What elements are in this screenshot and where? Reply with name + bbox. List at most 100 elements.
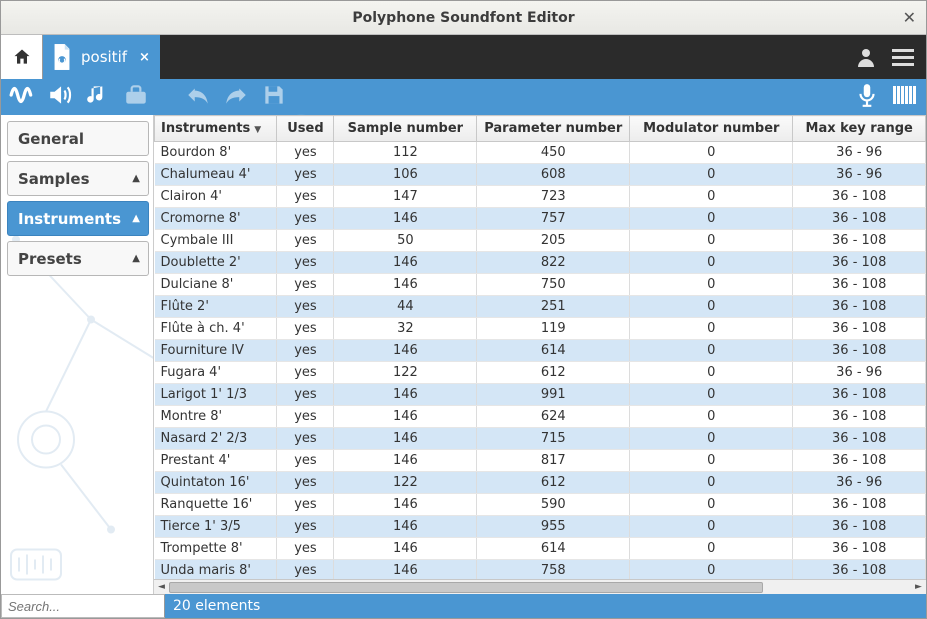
cell-used: yes [277,406,334,428]
cell-range: 36 - 108 [793,318,926,340]
scroll-right-button[interactable]: ► [911,582,926,592]
cell-mod: 0 [630,560,793,580]
cell-param: 758 [477,560,630,580]
cell-used: yes [277,340,334,362]
cell-param: 608 [477,164,630,186]
table-row[interactable]: Doublette 2'yes146822036 - 108 [155,252,926,274]
cell-sample: 146 [334,384,477,406]
cell-sample: 146 [334,406,477,428]
col-sample-number[interactable]: Sample number [334,116,477,142]
file-tab-label: positif [81,48,127,66]
col-parameter-number[interactable]: Parameter number [477,116,630,142]
col-max-key-range[interactable]: Max key range [793,116,926,142]
cell-param: 612 [477,362,630,384]
scroll-left-button[interactable]: ◄ [154,582,169,592]
cell-range: 36 - 108 [793,186,926,208]
table-row[interactable]: Fugara 4'yes122612036 - 96 [155,362,926,384]
cell-range: 36 - 108 [793,384,926,406]
instruments-table[interactable]: Instruments▼ Used Sample number Paramete… [154,115,926,579]
cell-name: Nasard 2' 2/3 [155,428,277,450]
horizontal-scrollbar[interactable]: ◄ ► [154,579,926,594]
cell-name: Dulciane 8' [155,274,277,296]
menu-icon[interactable] [892,49,914,66]
file-tab-positif[interactable]: positif × [43,35,160,79]
table-row[interactable]: Prestant 4'yes146817036 - 108 [155,450,926,472]
sidebar-item-samples[interactable]: Samples ▲ [7,161,149,196]
cell-name: Chalumeau 4' [155,164,277,186]
cell-sample: 122 [334,472,477,494]
table-row[interactable]: Nasard 2' 2/3yes146715036 - 108 [155,428,926,450]
cell-name: Prestant 4' [155,450,277,472]
sidebar-item-presets[interactable]: Presets▲ [7,241,149,276]
waveform-tool[interactable] [9,82,35,112]
undo-button[interactable] [185,82,211,112]
cell-sample: 122 [334,362,477,384]
cell-name: Tierce 1' 3/5 [155,516,277,538]
table-row[interactable]: Clairon 4'yes147723036 - 108 [155,186,926,208]
table-row[interactable]: Cymbale IIIyes50205036 - 108 [155,230,926,252]
home-tab[interactable] [1,35,43,79]
cell-param: 614 [477,340,630,362]
file-tab-close[interactable]: × [135,50,150,65]
mic-tool[interactable] [854,82,880,112]
scrollbar-thumb[interactable] [169,582,763,593]
cell-range: 36 - 108 [793,340,926,362]
table-row[interactable]: Unda maris 8'yes146758036 - 108 [155,560,926,580]
speaker-tool[interactable] [47,82,73,112]
table-row[interactable]: Flûte à ch. 4'yes32119036 - 108 [155,318,926,340]
table-row[interactable]: Dulciane 8'yes146750036 - 108 [155,274,926,296]
cell-name: Ranquette 16' [155,494,277,516]
col-modulator-number[interactable]: Modulator number [630,116,793,142]
redo-button[interactable] [223,82,249,112]
table-row[interactable]: Cromorne 8'yes146757036 - 108 [155,208,926,230]
cell-sample: 44 [334,296,477,318]
cell-sample: 112 [334,142,477,164]
col-used[interactable]: Used [277,116,334,142]
table-row[interactable]: Bourdon 8'yes112450036 - 96 [155,142,926,164]
sort-indicator-icon: ▼ [254,125,261,135]
cell-used: yes [277,362,334,384]
table-row[interactable]: Fourniture IVyes146614036 - 108 [155,340,926,362]
cell-mod: 0 [630,428,793,450]
cell-mod: 0 [630,142,793,164]
cell-used: yes [277,516,334,538]
collapse-arrow-icon: ▲ [132,173,140,184]
table-header-row[interactable]: Instruments▼ Used Sample number Paramete… [155,116,926,142]
cell-param: 119 [477,318,630,340]
table-row[interactable]: Ranquette 16'yes146590036 - 108 [155,494,926,516]
table-row[interactable]: Trompette 8'yes146614036 - 108 [155,538,926,560]
cell-param: 590 [477,494,630,516]
col-instruments[interactable]: Instruments▼ [155,116,277,142]
cell-name: Cromorne 8' [155,208,277,230]
cell-range: 36 - 108 [793,296,926,318]
cell-used: yes [277,318,334,340]
cell-mod: 0 [630,318,793,340]
table-row[interactable]: Flûte 2'yes44251036 - 108 [155,296,926,318]
sidebar-item-label: General [18,130,84,148]
table-row[interactable]: Tierce 1' 3/5yes146955036 - 108 [155,516,926,538]
cell-name: Larigot 1' 1/3 [155,384,277,406]
search-input[interactable] [1,594,165,618]
table-row[interactable]: Montre 8'yes146624036 - 108 [155,406,926,428]
window-close-button[interactable]: ✕ [903,8,916,27]
save-button[interactable] [261,82,287,112]
cell-used: yes [277,230,334,252]
cell-range: 36 - 96 [793,362,926,384]
sidebar-item-general[interactable]: General [7,121,149,156]
cell-name: Cymbale III [155,230,277,252]
cell-param: 205 [477,230,630,252]
table-row[interactable]: Quintaton 16'yes122612036 - 96 [155,472,926,494]
cell-range: 36 - 108 [793,252,926,274]
toolbox-tool[interactable] [123,82,149,112]
cell-mod: 0 [630,164,793,186]
table-row[interactable]: Larigot 1' 1/3yes146991036 - 108 [155,384,926,406]
cell-name: Clairon 4' [155,186,277,208]
sidebar-item-label: Samples [18,170,90,188]
user-icon[interactable] [854,45,878,69]
sidebar-item-instruments[interactable]: Instruments▲ [7,201,149,236]
keyboard-tool[interactable] [892,82,918,112]
cell-range: 36 - 108 [793,428,926,450]
table-row[interactable]: Chalumeau 4'yes106608036 - 96 [155,164,926,186]
cell-used: yes [277,296,334,318]
music-tool[interactable] [85,82,111,112]
